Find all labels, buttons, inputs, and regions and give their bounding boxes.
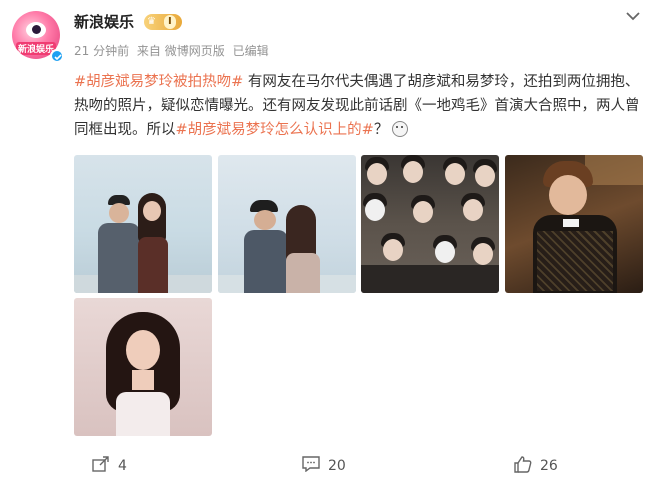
crown-icon: ♛ (147, 16, 156, 27)
photo-group-audience[interactable] (361, 155, 499, 293)
person-woman (282, 205, 322, 293)
sequin-jacket (537, 231, 613, 291)
hashtag-link[interactable]: #胡彦斌易梦玲被拍热吻# (74, 74, 243, 90)
thumbs-up-icon (514, 455, 532, 477)
photo-man-suit[interactable] (505, 155, 643, 293)
crowd-face (445, 163, 465, 185)
crowd-face (413, 201, 433, 223)
bow-tie (563, 219, 579, 227)
avatar-pupil (32, 25, 41, 34)
share-icon (92, 456, 110, 476)
comment-count: 20 (328, 458, 346, 474)
like-button[interactable]: 26 (514, 455, 558, 477)
post-edited: 已编辑 (232, 44, 269, 58)
vip-badge[interactable]: ♛ Ⅰ (144, 14, 182, 30)
photo-couple-hug[interactable] (74, 155, 212, 293)
verified-icon (50, 49, 64, 63)
post-meta: 21 分钟前 来自 微博网页版 已编辑 (74, 42, 273, 59)
post-text: #胡彦斌易梦玲被拍热吻# 有网友在马尔代夫偶遇了胡彦斌和易梦玲，还拍到两位拥抱、… (74, 70, 642, 142)
crowd-face (403, 161, 423, 183)
crowd-face (463, 199, 483, 221)
crowd-face (383, 239, 403, 261)
person-man (533, 161, 617, 293)
post-source: 来自 微博网页版 (136, 44, 225, 58)
post-body-end: ？ (373, 122, 389, 138)
chevron-down-icon[interactable] (624, 8, 642, 22)
like-count: 26 (540, 458, 558, 474)
person-woman (102, 312, 184, 436)
photo-woman-portrait[interactable] (74, 298, 212, 436)
person-man (244, 200, 288, 293)
photo-couple-kiss[interactable] (218, 155, 356, 293)
person-man (98, 195, 140, 293)
person-woman (134, 193, 170, 293)
vip-level: Ⅰ (164, 15, 176, 29)
hashtag-link[interactable]: #胡彦斌易梦玲怎么认识上的# (176, 122, 374, 138)
crowd-face-mask (435, 241, 455, 263)
crowd-face-mask (365, 199, 385, 221)
comment-button[interactable]: 20 (302, 456, 346, 476)
comment-icon (302, 456, 320, 476)
crowd-bottom (361, 265, 499, 293)
post-time[interactable]: 21 分钟前 (74, 44, 129, 58)
crowd-face (475, 165, 495, 187)
doge-emoji-icon (392, 121, 409, 137)
avatar[interactable]: 新浪娱乐 (10, 9, 64, 63)
crowd-face (367, 163, 387, 185)
share-count: 4 (118, 458, 127, 474)
username[interactable]: 新浪娱乐 (74, 11, 134, 32)
share-button[interactable]: 4 (92, 456, 127, 476)
crowd-face (473, 243, 493, 265)
